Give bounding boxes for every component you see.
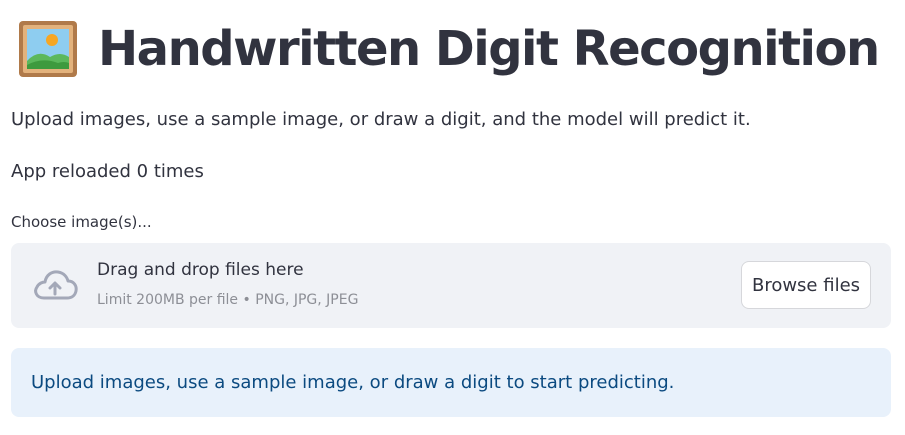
info-message: Upload images, use a sample image, or dr… <box>31 372 675 393</box>
browse-files-button[interactable]: Browse files <box>741 261 871 309</box>
dropzone-title: Drag and drop files here <box>97 260 304 280</box>
cloud-upload-icon <box>34 270 78 300</box>
info-alert: Upload images, use a sample image, or dr… <box>11 348 891 417</box>
description-text: Upload images, use a sample image, or dr… <box>11 109 751 130</box>
uploader-label: Choose image(s)... <box>11 213 152 231</box>
page-title: Handwritten Digit Recognition <box>98 21 880 77</box>
app-page: Handwritten Digit Recognition Upload ima… <box>0 0 905 435</box>
reload-status-text: App reloaded 0 times <box>11 161 204 182</box>
file-dropzone[interactable]: Drag and drop files here Limit 200MB per… <box>11 243 891 328</box>
dropzone-limit-text: Limit 200MB per file • PNG, JPG, JPEG <box>97 292 359 308</box>
framed-picture-icon <box>19 21 77 77</box>
page-header: Handwritten Digit Recognition <box>18 16 880 82</box>
